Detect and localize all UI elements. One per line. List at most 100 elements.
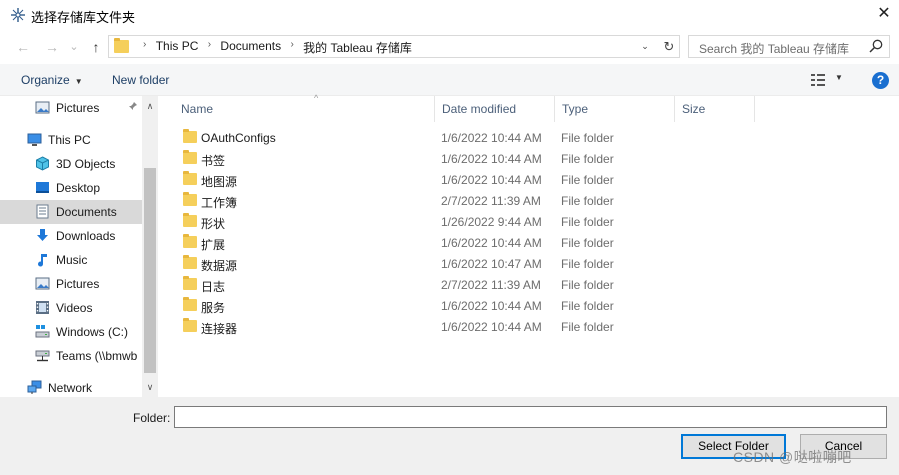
music-icon xyxy=(38,254,47,267)
folder-icon xyxy=(183,255,197,269)
address-bar[interactable]: › This PC › Documents › 我的 Tableau 存储库 ⌄ xyxy=(108,35,680,58)
breadcrumb: › This PC › Documents › 我的 Tableau 存储库 xyxy=(137,39,412,56)
breadcrumb-separator[interactable]: › xyxy=(137,39,152,50)
drive-icon xyxy=(35,325,50,338)
sidebar-item-label: Music xyxy=(56,253,88,267)
search-icon[interactable] xyxy=(868,38,884,54)
refresh-icon[interactable]: ↻ xyxy=(659,36,679,57)
sort-ascending-icon: ^ xyxy=(314,93,319,103)
file-type: File folder xyxy=(561,131,614,145)
sidebar-item-label: Videos xyxy=(56,301,93,315)
pictures-icon xyxy=(35,277,50,290)
organize-caret-icon: ▼ xyxy=(74,77,83,86)
back-arrow-icon[interactable]: ← xyxy=(13,38,33,56)
file-name: 服务 xyxy=(201,301,226,315)
view-options-icon[interactable] xyxy=(810,72,826,88)
recent-locations-chevron-icon[interactable]: ⌄ xyxy=(64,38,84,56)
folder-icon xyxy=(183,276,197,290)
address-dropdown-icon[interactable]: ⌄ xyxy=(637,38,653,55)
sidebar-item-music[interactable]: Music xyxy=(0,248,142,272)
help-icon[interactable]: ? xyxy=(872,72,889,89)
file-row[interactable]: 形状 1/26/2022 9:44 AM File folder xyxy=(174,211,754,232)
breadcrumb-documents[interactable]: Documents xyxy=(220,39,281,53)
navigation-pane-scrollbar[interactable]: ∧ ∨ xyxy=(142,96,158,397)
sidebar-item-videos[interactable]: Videos xyxy=(0,296,142,320)
file-type: File folder xyxy=(561,278,614,292)
forward-arrow-icon[interactable]: → xyxy=(42,38,62,56)
new-folder-button[interactable]: New folder xyxy=(112,73,169,87)
sidebar-item-label: Network xyxy=(48,381,93,395)
file-row[interactable]: OAuthConfigs 1/6/2022 10:44 AM File fold… xyxy=(174,127,754,148)
sidebar-item-label: Pictures xyxy=(56,277,100,291)
scroll-down-icon[interactable]: ∨ xyxy=(142,379,158,395)
file-type: File folder xyxy=(561,194,614,208)
file-type: File folder xyxy=(561,173,614,187)
file-name: 形状 xyxy=(201,217,226,231)
file-date-modified: 1/6/2022 10:44 AM xyxy=(441,131,542,145)
video-icon xyxy=(36,301,49,314)
file-date-modified: 1/26/2022 9:44 AM xyxy=(441,215,542,229)
file-name: 扩展 xyxy=(201,238,226,252)
folder-name-input[interactable] xyxy=(174,406,887,428)
file-row[interactable]: 地图源 1/6/2022 10:44 AM File folder xyxy=(174,169,754,190)
search-box[interactable]: Search 我的 Tableau 存储库 xyxy=(688,35,890,58)
sidebar-item-3d-objects[interactable]: 3D Objects xyxy=(0,152,142,176)
cube-icon xyxy=(36,156,49,171)
sidebar-item-documents[interactable]: Documents xyxy=(0,200,142,224)
sidebar-item-downloads[interactable]: Downloads xyxy=(0,224,142,248)
sidebar-item-label: Downloads xyxy=(56,229,116,243)
sidebar-item-windows-c[interactable]: Windows (C:) xyxy=(0,320,142,344)
breadcrumb-separator[interactable]: › xyxy=(202,39,217,50)
file-date-modified: 1/6/2022 10:47 AM xyxy=(441,257,542,271)
file-row[interactable]: 书签 1/6/2022 10:44 AM File folder xyxy=(174,148,754,169)
sidebar-item-label: Pictures xyxy=(56,101,100,115)
search-placeholder: Search 我的 Tableau 存储库 xyxy=(699,42,850,56)
file-row[interactable]: 服务 1/6/2022 10:44 AM File folder xyxy=(174,295,754,316)
organize-menu[interactable]: Organize ▼ xyxy=(21,73,83,87)
close-icon[interactable]: ✕ xyxy=(869,0,899,30)
scroll-up-icon[interactable]: ∧ xyxy=(142,98,158,114)
file-list: Name ^ Date modified Type Size OAuthConf… xyxy=(160,93,899,397)
download-icon xyxy=(37,229,48,241)
sidebar-item-pictures[interactable]: Pictures xyxy=(0,272,142,296)
file-row[interactable]: 日志 2/7/2022 11:39 AM File folder xyxy=(174,274,754,295)
folder-icon xyxy=(183,213,197,227)
navigation-pane: Pictures This PC 3D Objects Desktop Docu… xyxy=(0,96,158,397)
file-type: File folder xyxy=(561,215,614,229)
column-header-type[interactable]: Type xyxy=(555,96,675,122)
pin-icon xyxy=(128,101,138,114)
sidebar-item-pictures-quick[interactable]: Pictures xyxy=(0,96,142,120)
documents-icon xyxy=(36,204,49,219)
column-header-label: Date modified xyxy=(442,102,517,116)
column-header-size[interactable]: Size xyxy=(675,96,755,122)
breadcrumb-tableau-repository[interactable]: 我的 Tableau 存储库 xyxy=(303,39,412,56)
up-arrow-icon[interactable]: ↑ xyxy=(86,38,106,56)
column-header-label: Name xyxy=(181,102,214,116)
column-header-date-modified[interactable]: Date modified xyxy=(435,96,555,122)
breadcrumb-separator[interactable]: › xyxy=(284,39,299,50)
organize-label: Organize xyxy=(21,73,70,87)
view-options-caret-icon[interactable]: ▼ xyxy=(835,73,843,82)
breadcrumb-this-pc[interactable]: This PC xyxy=(156,39,199,53)
file-name: 连接器 xyxy=(201,322,238,336)
file-type: File folder xyxy=(561,299,614,313)
sidebar-item-desktop[interactable]: Desktop xyxy=(0,176,142,200)
column-header-name[interactable]: Name ^ xyxy=(174,93,435,122)
file-type: File folder xyxy=(561,152,614,166)
file-type: File folder xyxy=(561,320,614,334)
file-row[interactable]: 扩展 1/6/2022 10:44 AM File folder xyxy=(174,232,754,253)
folder-picker-dialog: 选择存储库文件夹 ✕ ← → ⌄ ↑ › This PC › Documents… xyxy=(0,0,899,475)
sidebar-item-network[interactable]: Network xyxy=(0,376,142,397)
file-row[interactable]: 数据源 1/6/2022 10:47 AM File folder xyxy=(174,253,754,274)
file-row[interactable]: 连接器 1/6/2022 10:44 AM File folder xyxy=(174,316,754,337)
file-type: File folder xyxy=(561,236,614,250)
file-date-modified: 2/7/2022 11:39 AM xyxy=(441,278,541,292)
sidebar-item-this-pc[interactable]: This PC xyxy=(0,128,142,152)
folder-icon xyxy=(114,38,129,53)
scrollbar-thumb[interactable] xyxy=(144,168,156,373)
sidebar-item-teams-network-drive[interactable]: Teams (\\bmwb xyxy=(0,344,142,368)
file-date-modified: 1/6/2022 10:44 AM xyxy=(441,152,542,166)
file-row[interactable]: 工作簿 2/7/2022 11:39 AM File folder xyxy=(174,190,754,211)
column-header-label: Type xyxy=(562,102,589,116)
folder-icon xyxy=(183,171,197,185)
